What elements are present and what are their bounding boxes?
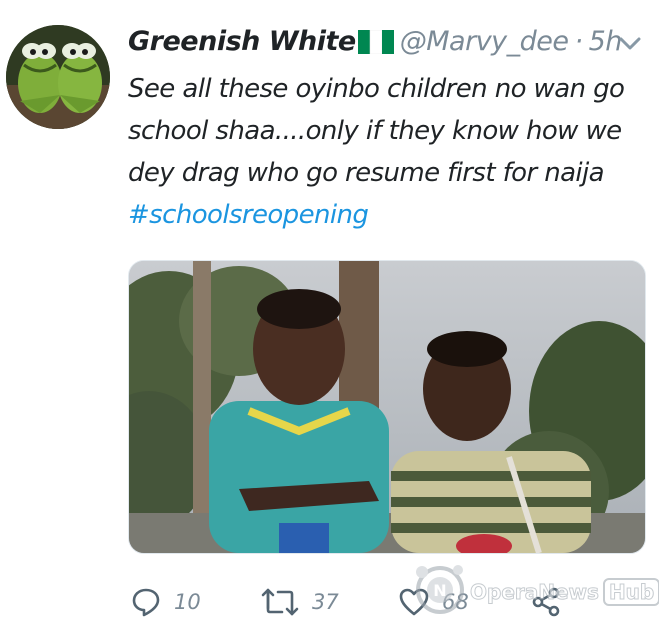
operanews-logo-icon: N: [416, 565, 464, 614]
tweet-text-line: school shaa....only if they know how we: [128, 116, 622, 146]
tweet-card: Greenish White @Marvy_dee · 5h See all t…: [0, 0, 659, 633]
media-photo: [129, 261, 645, 553]
user-handle[interactable]: @Marvy_dee: [400, 26, 569, 57]
tweet-media-image[interactable]: [128, 260, 646, 554]
separator-dot: ·: [574, 26, 584, 57]
reply-count: 10: [174, 590, 201, 614]
reply-button[interactable]: 10: [130, 582, 201, 622]
tweet-text-line: dey drag who go resume first for naija: [128, 158, 605, 188]
nigeria-flag-icon: [357, 29, 394, 54]
tweet-text: See all these oyinbo children no wan go …: [128, 68, 653, 236]
watermark-text: OperaNews Hub: [470, 578, 659, 606]
chevron-down-icon[interactable]: [618, 36, 642, 52]
timestamp[interactable]: 5h: [589, 26, 623, 57]
tweet-header: Greenish White @Marvy_dee · 5h: [128, 26, 622, 57]
hashtag-link[interactable]: #schoolsreopening: [128, 194, 653, 236]
operanews-watermark: N OperaNews Hub: [408, 556, 659, 622]
retweet-button[interactable]: 37: [260, 582, 339, 622]
avatar-image: [6, 25, 110, 129]
reply-icon: [132, 588, 160, 617]
display-name[interactable]: Greenish White: [128, 26, 356, 57]
watermark-hub: Hub: [602, 578, 659, 606]
retweet-icon: [261, 588, 299, 616]
tweet-text-line: See all these oyinbo children no wan go: [128, 74, 625, 104]
retweet-count: 37: [312, 590, 339, 614]
avatar[interactable]: [6, 25, 110, 129]
svg-text:N: N: [433, 581, 446, 600]
watermark-brand: OperaNews: [470, 580, 600, 605]
